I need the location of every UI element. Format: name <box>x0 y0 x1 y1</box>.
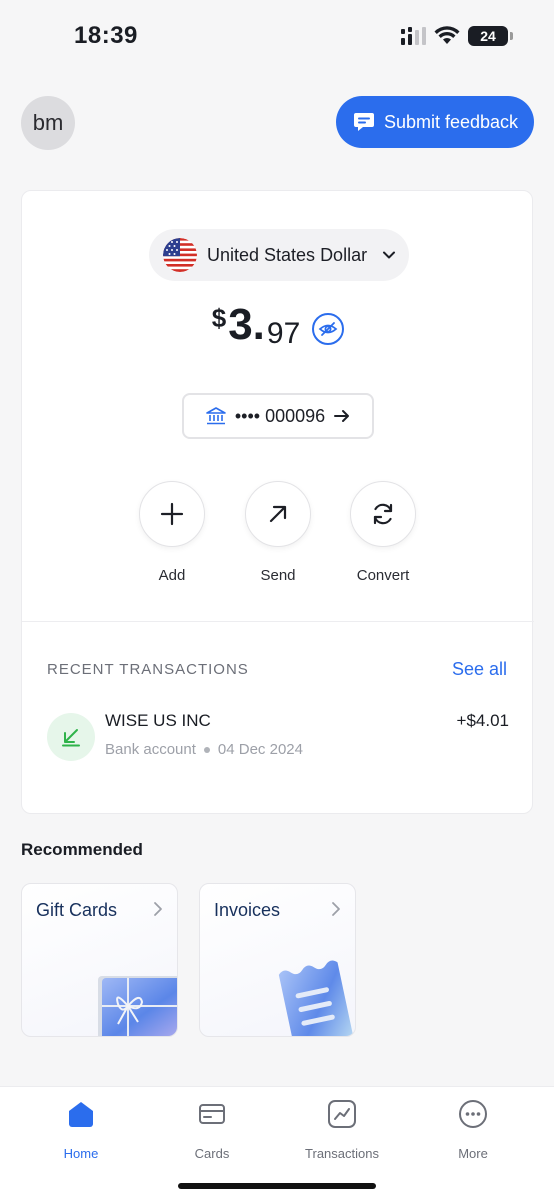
convert-action[interactable]: Convert <box>343 481 423 584</box>
separator-dot <box>203 746 210 753</box>
refresh-icon <box>373 503 393 525</box>
tab-transactions-label: Transactions <box>305 1146 379 1161</box>
balance-decimal: 97 <box>266 317 301 350</box>
tab-cards-label: Cards <box>194 1146 230 1161</box>
status-bar: 18:39 24 <box>0 0 554 76</box>
tab-bar: Home Cards Transactions More <box>0 1086 554 1200</box>
recommended-title: Recommended <box>21 840 143 859</box>
balance-amount: $ 3. 97 <box>22 299 534 351</box>
eye-slash-icon <box>318 322 338 336</box>
wifi-icon <box>434 26 460 44</box>
chevron-right-icon <box>154 902 162 916</box>
arrow-right-icon <box>334 410 350 422</box>
transaction-subtitle: Bank account 04 Dec 2024 <box>105 741 303 758</box>
account-number: •••• 000096 <box>234 405 326 426</box>
currency-name: United States Dollar <box>207 244 368 265</box>
hide-balance-button[interactable] <box>312 313 345 345</box>
submit-feedback-button[interactable]: Submit feedback <box>336 96 534 148</box>
us-flag-icon <box>163 238 197 272</box>
convert-button[interactable] <box>350 481 416 547</box>
see-all-link[interactable]: See all <box>452 659 507 680</box>
balance-card: United States Dollar $ 3. 97 •••• 000096 <box>21 190 534 814</box>
balance-currency-symbol: $ <box>211 303 227 333</box>
divider <box>22 621 534 622</box>
avatar-initials: bm <box>32 110 64 135</box>
chevron-right-icon <box>332 902 340 916</box>
incoming-arrow-icon <box>47 713 95 761</box>
transaction-type: Bank account <box>105 741 196 758</box>
more-icon <box>459 1100 487 1128</box>
battery-indicator: 24 <box>468 26 513 46</box>
transaction-amount: +$4.01 <box>456 711 509 730</box>
send-label: Send <box>260 567 296 584</box>
currency-selector[interactable]: United States Dollar <box>149 229 409 281</box>
quick-actions: Add Send Convert <box>22 481 534 591</box>
battery-cap <box>510 32 513 40</box>
avatar[interactable]: bm <box>21 96 75 150</box>
tab-more-label: More <box>458 1146 488 1161</box>
invoices-card[interactable]: Invoices <box>199 883 356 1037</box>
bank-icon <box>206 407 226 425</box>
tab-transactions[interactable]: Transactions <box>292 1099 392 1161</box>
add-button[interactable] <box>139 481 205 547</box>
home-indicator <box>178 1183 376 1189</box>
card-icon <box>199 1104 225 1124</box>
chevron-down-icon <box>383 251 396 259</box>
arrow-up-right-icon <box>269 505 287 523</box>
gift-card-illustration <box>98 976 177 1036</box>
tab-home[interactable]: Home <box>31 1099 131 1161</box>
gift-cards-card[interactable]: Gift Cards <box>21 883 178 1037</box>
invoices-title: Invoices <box>214 900 281 920</box>
signal-icon <box>401 27 426 45</box>
tab-cards[interactable]: Cards <box>162 1099 262 1161</box>
send-action[interactable]: Send <box>238 481 318 584</box>
receipt-illustration <box>278 960 354 1036</box>
tab-home-label: Home <box>63 1146 99 1161</box>
tab-more[interactable]: More <box>423 1099 523 1161</box>
balance-integer: 3. <box>228 300 265 349</box>
add-action[interactable]: Add <box>132 481 212 584</box>
home-icon <box>69 1102 93 1127</box>
chart-icon <box>328 1100 356 1128</box>
transaction-name: WISE US INC <box>105 711 211 730</box>
submit-feedback-label: Submit feedback <box>383 111 519 132</box>
gift-cards-title: Gift Cards <box>36 900 118 920</box>
convert-label: Convert <box>356 567 410 584</box>
send-button[interactable] <box>245 481 311 547</box>
plus-icon <box>160 502 184 526</box>
account-details-button[interactable]: •••• 000096 <box>182 393 374 439</box>
status-time: 18:39 <box>74 22 138 49</box>
transaction-date: 04 Dec 2024 <box>217 741 303 758</box>
add-label: Add <box>158 567 186 584</box>
battery-level: 24 <box>480 28 496 44</box>
chat-bubble-icon <box>353 113 374 131</box>
recent-transactions-header: RECENT TRANSACTIONS <box>47 661 249 678</box>
transaction-row[interactable]: WISE US INC Bank account 04 Dec 2024 +$4… <box>47 711 509 767</box>
status-icons: 24 <box>400 26 513 46</box>
